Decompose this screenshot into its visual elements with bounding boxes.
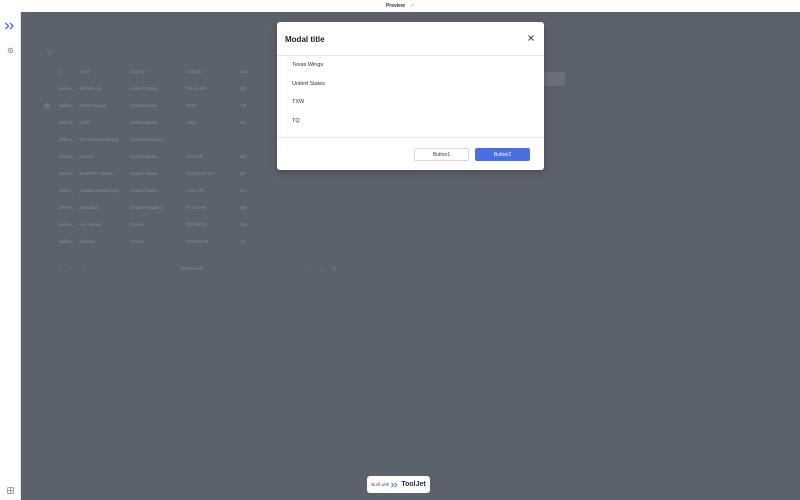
table-cell: Locair <box>80 154 93 159</box>
table-cell: REUNION <box>186 222 208 227</box>
table-cell: A5 <box>240 239 246 244</box>
prev-page-icon[interactable]: ‹ <box>71 266 73 271</box>
settings-gear-icon[interactable] <box>4 44 16 56</box>
table-row[interactable]: airline_ Airlinair France AIRLINAIR A5 <box>55 234 575 251</box>
tooljet-logo-icon[interactable] <box>5 22 16 30</box>
table-cell: airline_ <box>59 188 74 193</box>
modal-text-name: Texas Wings <box>292 62 324 68</box>
table-cell: United Kingdom <box>130 205 163 210</box>
table-cell: airline_ <box>59 239 74 244</box>
column-header: id <box>59 69 63 74</box>
left-sidebar <box>0 12 21 500</box>
add-row-icon[interactable]: + <box>310 266 313 271</box>
table-cell: airline_ <box>59 171 74 176</box>
badge-brand: ToolJet <box>401 481 426 488</box>
column-header: iata <box>240 69 248 74</box>
table-cell: ZQ <box>240 154 247 159</box>
grid-icon[interactable] <box>4 484 16 496</box>
filter-icon: ▽ <box>47 50 53 57</box>
first-page-icon[interactable]: « <box>59 266 62 271</box>
built-with-tooljet-badge[interactable]: Built with ToolJet <box>367 476 430 493</box>
table-cell: airline_ <box>59 137 74 142</box>
table-cell: Q5 <box>240 86 247 91</box>
modal-footer: Button1 Button2 <box>277 137 544 171</box>
table-cell: FLYSTAR <box>186 205 206 210</box>
table-cell: airline_ <box>59 120 74 125</box>
table-cell: airlig <box>186 120 196 125</box>
table-cell: MILE-AIR <box>186 86 206 91</box>
records-count: 10 Records <box>180 266 204 271</box>
table-cell: airline_ <box>59 222 74 227</box>
table-cell: airline_ <box>59 86 74 91</box>
table-cell: ACE AIR <box>186 188 205 193</box>
table-cell: United States <box>130 86 158 91</box>
table-cell: Alaska Central Exp <box>80 188 120 193</box>
modal-header: Modal title <box>277 22 544 56</box>
table-row[interactable]: airline_ Air Austral France REUNION UU <box>55 217 575 234</box>
table-cell: United States <box>130 154 158 159</box>
preview-title: Preview <box>385 3 405 9</box>
table-cell: 5W <box>240 205 247 210</box>
table-cell: United States <box>130 188 158 193</box>
column-header: country <box>130 69 146 74</box>
table-cell: United Kingdom <box>130 137 163 142</box>
table-cell: K5 <box>240 171 246 176</box>
table-row[interactable]: airline_ Alaska Central Exp United State… <box>55 183 575 200</box>
modal-text-iata: TQ <box>292 118 300 124</box>
table-cell: SASQUATCH <box>186 171 215 176</box>
modal-title: Modal title <box>285 35 325 44</box>
table-cell: TQ <box>240 103 247 108</box>
table-cell: Air Austral <box>80 222 101 227</box>
row-select-indicator <box>44 103 50 109</box>
table-cell: Airlin <box>80 120 91 125</box>
table-cell: LOCAIR <box>186 154 204 159</box>
table-pagination: « ‹ › 10 Records + ⤓ ◫ <box>55 264 345 276</box>
table-cell: Airlinair <box>80 239 96 244</box>
table-cell: TXW <box>186 103 197 108</box>
external-link-icon[interactable]: ↗ <box>410 3 414 9</box>
table-cell: United States <box>130 171 158 176</box>
button2[interactable]: Button2 <box>475 148 530 161</box>
modal-body: Texas Wings United States TXW TQ <box>277 55 544 137</box>
modal-dialog: Modal title Texas Wings United States TX… <box>277 22 544 170</box>
table-cell: United States <box>130 120 158 125</box>
table-cell: SeaPort Airlines <box>80 171 113 176</box>
table-cell: Texas Wings <box>80 103 107 108</box>
column-header: name <box>80 69 92 74</box>
table-cell: Astraeus <box>80 205 99 210</box>
close-icon[interactable] <box>526 33 536 43</box>
table-cell: A1 <box>240 120 246 125</box>
table-cell: 40-Mile Air <box>80 86 102 91</box>
table-cell: UU <box>240 222 247 227</box>
next-page-icon[interactable]: › <box>83 266 85 271</box>
table-cell: France <box>130 222 145 227</box>
table-cell: KO <box>240 188 247 193</box>
download-icon[interactable]: ⤓ <box>321 266 323 271</box>
table-cell: AIRLINAIR <box>186 239 209 244</box>
table-cell: airline_ <box>59 154 74 159</box>
columns-icon[interactable]: ◫ <box>332 266 336 272</box>
modal-text-country: United States <box>292 81 326 87</box>
table-row[interactable]: airline_ Astraeus United Kingdom FLYSTAR… <box>55 200 575 217</box>
modal-text-callsign: TXW <box>292 99 305 105</box>
table-cell: France <box>130 239 145 244</box>
table-cell: airline_ <box>59 205 74 210</box>
badge-prefix: Built with <box>371 482 390 487</box>
column-header: callsign <box>186 69 202 74</box>
table-cell: All Airlines(Ireland) <box>80 137 119 142</box>
button1[interactable]: Button1 <box>414 148 469 161</box>
table-cell: United States <box>130 103 158 108</box>
tooljet-logo-icon <box>391 481 398 488</box>
table-cell: airline_ <box>59 103 74 108</box>
